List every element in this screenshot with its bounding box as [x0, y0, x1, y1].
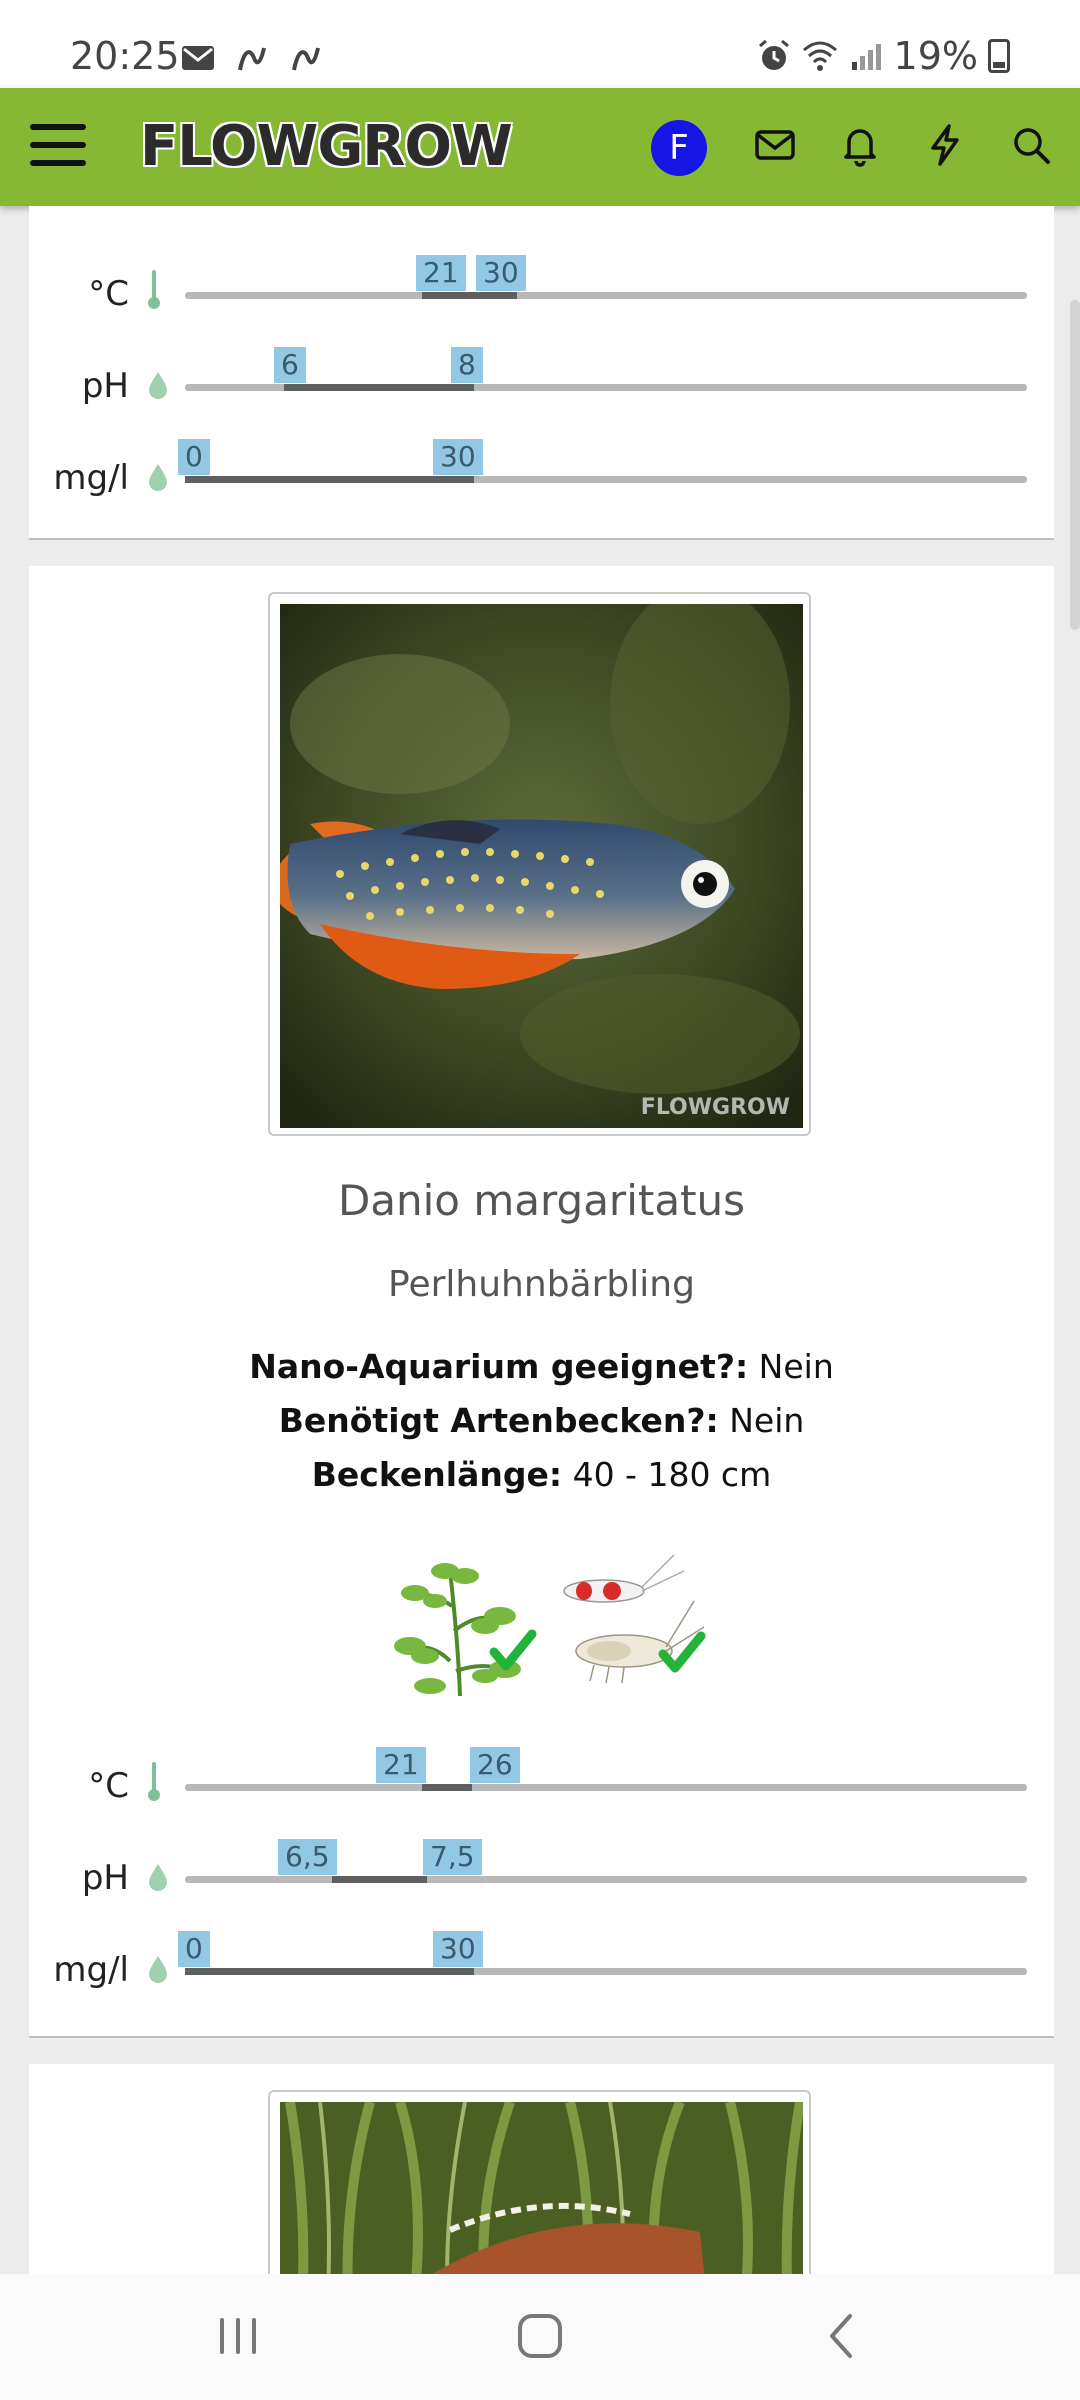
species-scientific-name[interactable]: Danio margaritatus: [29, 1176, 1054, 1225]
param-label: mg/l: [53, 458, 129, 498]
fact-row: Nano-Aquarium geeignet?: Nein: [29, 1340, 1054, 1394]
param-label: mg/l: [53, 1950, 129, 1990]
system-nav-bar: [0, 2274, 1080, 2400]
range-min-tag: 6,5: [278, 1839, 337, 1875]
check-icon: [489, 1629, 537, 1671]
app-header: FLOWGROW F: [0, 88, 1080, 206]
range-min-tag: 0: [178, 1931, 210, 1967]
range-track: [185, 1968, 1027, 1975]
app-logo[interactable]: FLOWGROW: [140, 114, 513, 179]
range-max-tag: 8: [451, 347, 483, 383]
avatar[interactable]: F: [651, 120, 707, 176]
thermometer-icon: [148, 1762, 160, 1801]
param-label: pH: [81, 1858, 129, 1898]
fish-photo-image: FLOWGROW: [280, 604, 803, 1128]
temperature-range-row: °C 21 30: [29, 255, 1054, 324]
range-fill: [185, 476, 474, 483]
check-icon: [658, 1631, 706, 1673]
ph-range-row: pH 6,5 7,5: [29, 1839, 1054, 1908]
mail-notification-icon: [182, 46, 214, 70]
fact-value: 40 - 180 cm: [572, 1455, 772, 1494]
range-min-tag: 21: [376, 1747, 426, 1783]
battery-icon: [988, 39, 1010, 73]
range-fill: [332, 1876, 427, 1883]
species-card: [29, 2064, 1054, 2332]
species-card: FLOWGROW Danio margaritatus Perlhuhnbärb…: [29, 566, 1054, 2038]
recent-apps-icon[interactable]: [208, 2306, 268, 2366]
mail-icon[interactable]: [752, 122, 798, 168]
fact-value: Nein: [758, 1347, 834, 1386]
species-card: °C 21 30 pH 6 8 mg/l 0 30: [29, 206, 1054, 540]
status-time: 20:25: [70, 34, 180, 78]
param-label: °C: [88, 1766, 129, 1806]
fact-row: Benötigt Artenbecken?: Nein: [29, 1394, 1054, 1448]
back-icon[interactable]: [812, 2306, 872, 2366]
range-fill: [284, 384, 474, 391]
range-max-tag: 26: [470, 1747, 520, 1783]
battery-percent: 19%: [893, 34, 978, 78]
lightning-icon[interactable]: [922, 122, 968, 168]
alarm-icon: [758, 39, 789, 70]
signal-icon: [851, 44, 881, 70]
temperature-range-row: °C 21 26: [29, 1747, 1054, 1816]
species-facts: Nano-Aquarium geeignet?: Nein Benötigt A…: [29, 1340, 1054, 1502]
range-fill: [422, 292, 517, 299]
range-min-tag: 6: [274, 347, 306, 383]
app-notification-icon-2: [292, 47, 320, 71]
range-fill: [422, 1784, 472, 1791]
range-track: [185, 1876, 1027, 1883]
wifi-icon: [802, 41, 837, 71]
fact-label: Beckenlänge:: [311, 1455, 563, 1494]
menu-icon[interactable]: [30, 124, 86, 170]
range-max-tag: 7,5: [423, 1839, 482, 1875]
drop-icon: [149, 372, 167, 399]
range-min-tag: 0: [178, 439, 210, 475]
app-notification-icon: [238, 47, 266, 71]
species-common-name: Perlhuhnbärbling: [388, 1264, 695, 1305]
ph-range-row: pH 6 8: [29, 347, 1054, 416]
species-photo[interactable]: FLOWGROW: [280, 604, 803, 1128]
range-track: [185, 292, 1027, 299]
mgl-range-row: mg/l 0 30: [29, 1931, 1054, 2000]
notification-icons: [180, 40, 324, 76]
drop-icon: [149, 1956, 167, 1983]
range-track: [185, 1784, 1027, 1791]
home-icon[interactable]: [510, 2306, 570, 2366]
drop-icon: [149, 1864, 167, 1891]
status-bar: 20:25 19%: [0, 0, 1080, 88]
search-icon[interactable]: [1008, 122, 1054, 168]
range-max-tag: 30: [476, 255, 526, 291]
fact-label: Benötigt Artenbecken?:: [278, 1401, 719, 1440]
param-label: pH: [81, 366, 129, 406]
bell-icon[interactable]: [837, 122, 883, 168]
species-photo-frame[interactable]: FLOWGROW: [268, 592, 811, 1136]
page-scrollbar[interactable]: [1070, 300, 1080, 630]
fact-label: Nano-Aquarium geeignet?:: [249, 1347, 749, 1386]
mgl-range-row: mg/l 0 30: [29, 439, 1054, 508]
fact-row: Beckenlänge: 40 - 180 cm: [29, 1448, 1054, 1502]
fact-value: Nein: [729, 1401, 805, 1440]
range-fill: [185, 1968, 474, 1975]
shrimp-icon: [563, 1554, 705, 1684]
range-track: [185, 384, 1027, 391]
range-min-tag: 21: [416, 255, 466, 291]
range-track: [185, 476, 1027, 483]
photo-watermark: FLOWGROW: [641, 1095, 790, 1120]
param-label: °C: [88, 274, 129, 314]
drop-icon: [149, 464, 167, 491]
range-max-tag: 30: [433, 1931, 483, 1967]
range-max-tag: 30: [433, 439, 483, 475]
thermometer-icon: [148, 270, 160, 309]
